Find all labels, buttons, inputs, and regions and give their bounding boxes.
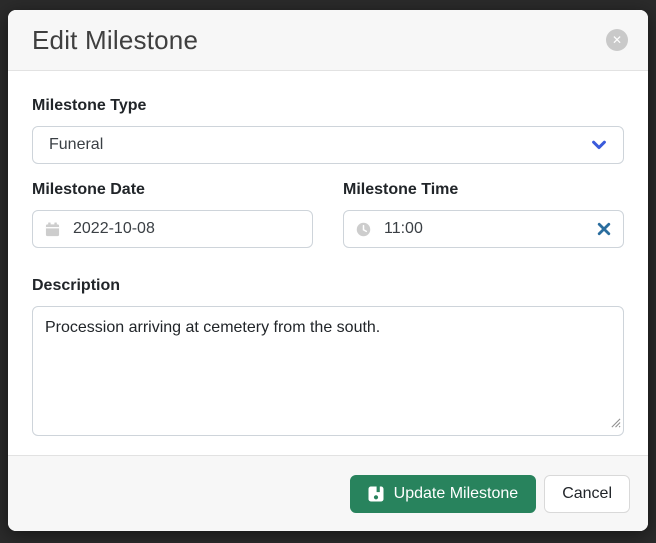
milestone-date-label: Milestone Date <box>32 181 313 199</box>
dialog-title: Edit Milestone <box>32 25 198 56</box>
date-column: Milestone Date 2022-10-08 <box>32 181 313 248</box>
close-icon[interactable]: ✕ <box>606 29 628 51</box>
time-column: Milestone Time 11:00 <box>343 181 624 248</box>
milestone-type-value: Funeral <box>49 136 103 154</box>
save-icon <box>368 486 384 502</box>
date-time-row: Milestone Date 2022-10-08 Milestone Time <box>32 181 624 248</box>
chevron-down-icon <box>591 137 607 153</box>
clear-time-x-icon[interactable] <box>597 222 611 236</box>
dialog-body: Milestone Type Funeral Milestone Date <box>8 71 648 455</box>
update-milestone-button[interactable]: Update Milestone <box>350 475 537 513</box>
description-label: Description <box>32 277 624 295</box>
milestone-time-label: Milestone Time <box>343 181 624 199</box>
calendar-icon <box>45 222 60 237</box>
milestone-date-input[interactable]: 2022-10-08 <box>32 210 313 248</box>
milestone-type-label: Milestone Type <box>32 97 624 115</box>
clock-icon <box>356 222 371 237</box>
cancel-button[interactable]: Cancel <box>544 475 630 513</box>
milestone-date-value: 2022-10-08 <box>73 220 155 238</box>
dialog-footer: Update Milestone Cancel <box>8 455 648 531</box>
cancel-label: Cancel <box>562 485 612 503</box>
milestone-type-select[interactable]: Funeral <box>32 126 624 164</box>
milestone-time-input[interactable]: 11:00 <box>343 210 624 248</box>
update-milestone-label: Update Milestone <box>394 485 519 503</box>
description-section: Description Procession arriving at cemet… <box>32 277 624 436</box>
description-textarea[interactable]: Procession arriving at cemetery from the… <box>32 306 624 436</box>
milestone-time-value: 11:00 <box>384 220 423 238</box>
edit-milestone-dialog: Edit Milestone ✕ Milestone Type Funeral … <box>8 10 648 531</box>
dimmed-page-overlay: { "modal": { "title": "Edit Milestone", … <box>0 0 656 543</box>
description-wrap: Procession arriving at cemetery from the… <box>32 306 624 436</box>
dialog-header: Edit Milestone ✕ <box>8 10 648 71</box>
